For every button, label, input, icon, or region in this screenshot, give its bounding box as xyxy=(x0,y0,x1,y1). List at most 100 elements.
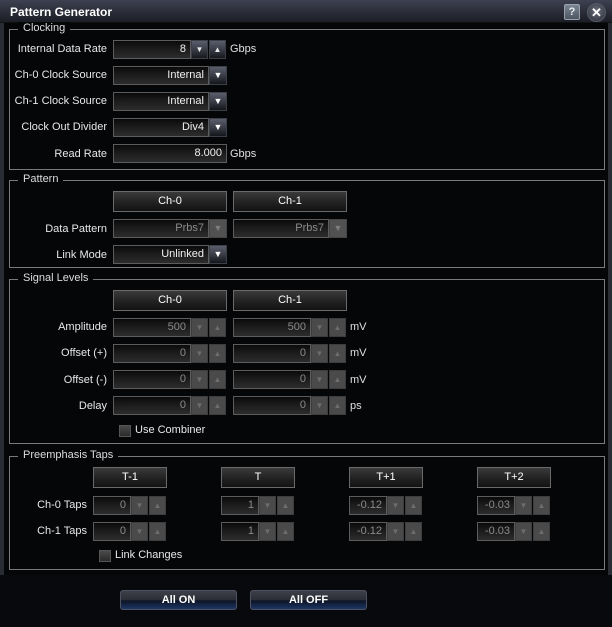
ch1-tap-t-plus-2-down-icon[interactable]: ▼ xyxy=(515,522,532,541)
ch0-amplitude-down-icon[interactable]: ▼ xyxy=(191,318,208,337)
ch1-tap-t-plus-1-input[interactable]: -0.12 xyxy=(349,522,387,541)
ch0-offset-minus-down-icon[interactable]: ▼ xyxy=(191,370,208,389)
ch0-tap-t-minus-1-input[interactable]: 0 xyxy=(93,496,131,515)
link-mode-select[interactable]: Unlinked xyxy=(113,245,209,264)
ch0-tap-t-input[interactable]: 1 xyxy=(221,496,259,515)
ch1-tap-t-up-icon[interactable]: ▲ xyxy=(277,522,294,541)
ch0-data-pattern-chevron-down-icon[interactable]: ▼ xyxy=(209,219,227,238)
pattern-ch0-header[interactable]: Ch-0 xyxy=(113,191,227,212)
ch1-data-pattern-select[interactable]: Prbs7 xyxy=(233,219,329,238)
delay-label: Delay xyxy=(78,400,107,412)
ch1-offset-minus-up-icon[interactable]: ▲ xyxy=(329,370,346,389)
ch0-clock-source-label: Ch-0 Clock Source xyxy=(14,69,107,81)
link-mode-chevron-down-icon[interactable]: ▼ xyxy=(209,245,227,264)
link-changes-checkbox[interactable] xyxy=(99,550,111,562)
internal-data-rate-input[interactable]: 8 xyxy=(113,40,191,59)
ch0-clock-source-select[interactable]: Internal xyxy=(113,66,209,85)
read-rate-unit: Gbps xyxy=(230,148,257,160)
ch1-tap-t-down-icon[interactable]: ▼ xyxy=(259,522,276,541)
amplitude-label: Amplitude xyxy=(58,321,107,333)
ch0-tap-t-minus-1-down-icon[interactable]: ▼ xyxy=(131,496,148,515)
all-on-button[interactable]: All ON xyxy=(120,590,237,610)
all-off-button[interactable]: All OFF xyxy=(250,590,367,610)
ch0-clock-source-chevron-down-icon[interactable]: ▼ xyxy=(209,66,227,85)
ch1-tap-t-minus-1-input[interactable]: 0 xyxy=(93,522,131,541)
ch0-delay-down-icon[interactable]: ▼ xyxy=(191,396,208,415)
ch1-delay-up-icon[interactable]: ▲ xyxy=(329,396,346,415)
internal-data-rate-label: Internal Data Rate xyxy=(17,43,107,55)
internal-data-rate-up-icon[interactable]: ▲ xyxy=(209,40,226,59)
close-icon[interactable]: ✕ xyxy=(587,3,606,22)
ch1-amplitude-down-icon[interactable]: ▼ xyxy=(311,318,328,337)
ch0-offset-minus-input[interactable]: 0 xyxy=(113,370,191,389)
ch1-amplitude-up-icon[interactable]: ▲ xyxy=(329,318,346,337)
tap-t-minus-1-header[interactable]: T-1 xyxy=(93,467,167,488)
signal-ch1-header[interactable]: Ch-1 xyxy=(233,290,347,311)
ch1-tap-t-plus-2-input[interactable]: -0.03 xyxy=(477,522,515,541)
offset-minus-label: Offset (-) xyxy=(63,374,107,386)
offset-plus-label: Offset (+) xyxy=(61,347,107,359)
clock-out-divider-chevron-down-icon[interactable]: ▼ xyxy=(209,118,227,137)
ch1-tap-t-plus-2-up-icon[interactable]: ▲ xyxy=(533,522,550,541)
ch1-delay-down-icon[interactable]: ▼ xyxy=(311,396,328,415)
tap-t-plus-2-header[interactable]: T+2 xyxy=(477,467,551,488)
pattern-ch1-header[interactable]: Ch-1 xyxy=(233,191,347,212)
use-combiner-label: Use Combiner xyxy=(135,424,206,436)
ch0-tap-t-minus-1-up-icon[interactable]: ▲ xyxy=(149,496,166,515)
ch0-tap-t-plus-1-input[interactable]: -0.12 xyxy=(349,496,387,515)
ch1-offset-plus-input[interactable]: 0 xyxy=(233,344,311,363)
ch1-offset-minus-input[interactable]: 0 xyxy=(233,370,311,389)
help-icon[interactable]: ? xyxy=(564,4,580,20)
ch1-clock-source-chevron-down-icon[interactable]: ▼ xyxy=(209,92,227,111)
ch0-tap-t-up-icon[interactable]: ▲ xyxy=(277,496,294,515)
ch0-tap-t-plus-2-down-icon[interactable]: ▼ xyxy=(515,496,532,515)
ch0-amplitude-input[interactable]: 500 xyxy=(113,318,191,337)
offset-plus-unit: mV xyxy=(350,347,367,359)
read-rate-value: 8.000 xyxy=(113,144,227,163)
ch0-tap-t-plus-2-up-icon[interactable]: ▲ xyxy=(533,496,550,515)
ch1-tap-t-minus-1-up-icon[interactable]: ▲ xyxy=(149,522,166,541)
ch1-delay-input[interactable]: 0 xyxy=(233,396,311,415)
ch0-amplitude-up-icon[interactable]: ▲ xyxy=(209,318,226,337)
internal-data-rate-down-icon[interactable]: ▼ xyxy=(191,40,208,59)
ch0-offset-plus-input[interactable]: 0 xyxy=(113,344,191,363)
ch1-data-pattern-chevron-down-icon[interactable]: ▼ xyxy=(329,219,347,238)
internal-data-rate-unit: Gbps xyxy=(230,43,257,55)
ch0-taps-label: Ch-0 Taps xyxy=(37,499,87,511)
delay-unit: ps xyxy=(350,400,362,412)
ch1-offset-plus-down-icon[interactable]: ▼ xyxy=(311,344,328,363)
clock-out-divider-label: Clock Out Divider xyxy=(21,121,107,133)
offset-minus-unit: mV xyxy=(350,374,367,386)
amplitude-unit: mV xyxy=(350,321,367,333)
ch1-amplitude-input[interactable]: 500 xyxy=(233,318,311,337)
title-bar[interactable]: Pattern Generator ? ✕ xyxy=(0,0,612,23)
clock-out-divider-select[interactable]: Div4 xyxy=(113,118,209,137)
ch1-tap-t-minus-1-down-icon[interactable]: ▼ xyxy=(131,522,148,541)
ch1-clock-source-select[interactable]: Internal xyxy=(113,92,209,111)
ch0-tap-t-plus-1-down-icon[interactable]: ▼ xyxy=(387,496,404,515)
clocking-group-label: Clocking xyxy=(18,22,71,34)
ch0-delay-up-icon[interactable]: ▲ xyxy=(209,396,226,415)
ch0-delay-input[interactable]: 0 xyxy=(113,396,191,415)
ch0-tap-t-down-icon[interactable]: ▼ xyxy=(259,496,276,515)
pattern-group-label: Pattern xyxy=(18,173,64,185)
read-rate-label: Read Rate xyxy=(54,148,107,160)
ch1-offset-plus-up-icon[interactable]: ▲ xyxy=(329,344,346,363)
ch0-offset-minus-up-icon[interactable]: ▲ xyxy=(209,370,226,389)
ch1-clock-source-label: Ch-1 Clock Source xyxy=(14,95,107,107)
ch1-tap-t-plus-1-down-icon[interactable]: ▼ xyxy=(387,522,404,541)
ch1-tap-t-plus-1-up-icon[interactable]: ▲ xyxy=(405,522,422,541)
ch0-data-pattern-select[interactable]: Prbs7 xyxy=(113,219,209,238)
tap-t-plus-1-header[interactable]: T+1 xyxy=(349,467,423,488)
ch0-offset-plus-down-icon[interactable]: ▼ xyxy=(191,344,208,363)
use-combiner-checkbox[interactable] xyxy=(119,425,131,437)
signal-ch0-header[interactable]: Ch-0 xyxy=(113,290,227,311)
ch1-tap-t-input[interactable]: 1 xyxy=(221,522,259,541)
ch0-offset-plus-up-icon[interactable]: ▲ xyxy=(209,344,226,363)
ch0-tap-t-plus-2-input[interactable]: -0.03 xyxy=(477,496,515,515)
ch1-offset-minus-down-icon[interactable]: ▼ xyxy=(311,370,328,389)
signal-levels-group-label: Signal Levels xyxy=(18,272,94,284)
ch0-tap-t-plus-1-up-icon[interactable]: ▲ xyxy=(405,496,422,515)
tap-t-header[interactable]: T xyxy=(221,467,295,488)
window-title: Pattern Generator xyxy=(10,5,113,19)
